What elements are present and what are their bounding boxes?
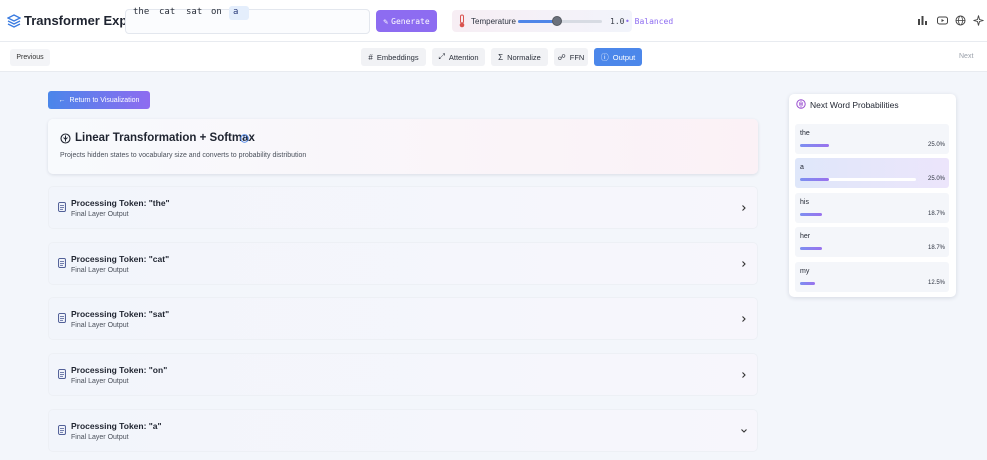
tab-embeddings[interactable]: # Embeddings: [361, 48, 426, 66]
probability-item[interactable]: [795, 262, 949, 292]
section-description: Projects hidden states to vocabulary siz…: [60, 152, 307, 159]
row-subtitle: Final Layer Output: [71, 378, 129, 385]
tab-label: FFN: [569, 52, 585, 62]
next-button[interactable]: Next: [959, 53, 973, 60]
probability-value: 12.5%: [927, 280, 945, 286]
return-label: Return to Visualization: [69, 96, 140, 104]
brain-icon: [796, 99, 806, 109]
magic-wand-icon: ✎: [383, 16, 389, 26]
chevron-right-icon[interactable]: [740, 260, 748, 268]
temperature-label: Temperature: [471, 17, 516, 26]
probability-bar: [800, 247, 822, 250]
row-title: Processing Token: "on": [71, 365, 168, 375]
return-to-visualization-button[interactable]: ← Return to Visualization: [48, 91, 150, 109]
probability-bar: [800, 282, 815, 285]
row-title: Processing Token: "sat": [71, 309, 170, 319]
tab-attention[interactable]: ⤢ Attention: [432, 48, 485, 66]
generate-button[interactable]: ✎ Generate: [376, 10, 437, 32]
token-chip[interactable]: the: [129, 6, 153, 20]
row-subtitle: Final Layer Output: [71, 322, 129, 329]
probability-word: my: [800, 268, 810, 275]
temperature-value: 1.0: [610, 17, 625, 26]
token-chip[interactable]: cat: [155, 6, 179, 20]
tab-output[interactable]: ⓘ Output: [594, 48, 642, 66]
token-chip-active[interactable]: a: [229, 6, 249, 20]
row-subtitle: Final Layer Output: [71, 267, 129, 274]
probability-bar: [800, 144, 829, 147]
youtube-icon[interactable]: [937, 15, 948, 26]
row-title: Processing Token: "the": [71, 198, 170, 208]
probability-value: 25.0%: [927, 142, 945, 148]
row-title: Processing Token: "a": [71, 421, 162, 431]
probability-value: 25.0%: [927, 176, 945, 182]
output-icon: ⓘ: [600, 52, 609, 62]
probability-bar: [800, 213, 822, 216]
info-icon[interactable]: ?: [240, 134, 249, 143]
probability-item[interactable]: [795, 193, 949, 223]
token-chip[interactable]: sat: [182, 6, 206, 20]
chevron-right-icon[interactable]: [740, 371, 748, 379]
output-icon: [60, 133, 71, 144]
probability-item[interactable]: [795, 227, 949, 257]
bar-chart-icon[interactable]: [917, 15, 928, 26]
tab-label: Normalize: [507, 52, 541, 62]
token-chip[interactable]: on: [207, 6, 226, 20]
tab-normalize[interactable]: Σ Normalize: [491, 48, 548, 66]
probability-word: his: [800, 199, 809, 206]
probability-value: 18.7%: [927, 211, 945, 217]
tab-label: Output: [612, 52, 636, 62]
document-icon: [58, 313, 66, 323]
probability-word: a: [800, 164, 804, 171]
thermometer-icon: [459, 14, 465, 28]
probability-bar: [800, 178, 829, 181]
probability-word: her: [800, 233, 811, 240]
globe-icon[interactable]: [955, 15, 966, 26]
arrows-icon: ⤢: [438, 52, 445, 61]
tab-label: Embeddings: [376, 52, 419, 62]
section-title: Linear Transformation + Softmax: [75, 132, 255, 144]
document-icon: [58, 425, 66, 435]
arrow-left-icon: ←: [58, 96, 66, 104]
document-icon: [58, 369, 66, 379]
row-subtitle: Final Layer Output: [71, 434, 129, 441]
settings-sparkle-icon[interactable]: [973, 15, 984, 26]
tab-label: Attention: [448, 52, 479, 62]
chevron-right-icon[interactable]: [740, 315, 748, 323]
probabilities-title: Next Word Probabilities: [810, 100, 899, 110]
probability-item[interactable]: [795, 124, 949, 154]
document-icon: [58, 202, 66, 212]
temperature-mode: • Balanced: [625, 17, 674, 26]
document-icon: [58, 258, 66, 268]
probability-word: the: [800, 130, 810, 137]
previous-button[interactable]: Previous: [10, 49, 50, 66]
layers-logo-icon: [7, 14, 21, 28]
chevron-right-icon[interactable]: [740, 204, 748, 212]
sigma-icon: Σ: [498, 52, 504, 62]
svg-text:?: ?: [243, 137, 246, 143]
generate-label: Generate: [391, 16, 430, 26]
section-header-card: [48, 119, 758, 174]
hash-icon: #: [368, 52, 373, 62]
network-icon: ☍: [557, 52, 566, 62]
row-title: Processing Token: "cat": [71, 254, 170, 264]
chevron-down-icon[interactable]: [740, 427, 748, 435]
probability-item[interactable]: [795, 158, 949, 188]
probability-value: 18.7%: [927, 245, 945, 251]
row-subtitle: Final Layer Output: [71, 211, 129, 218]
tab-ffn[interactable]: ☍ FFN: [554, 48, 588, 66]
